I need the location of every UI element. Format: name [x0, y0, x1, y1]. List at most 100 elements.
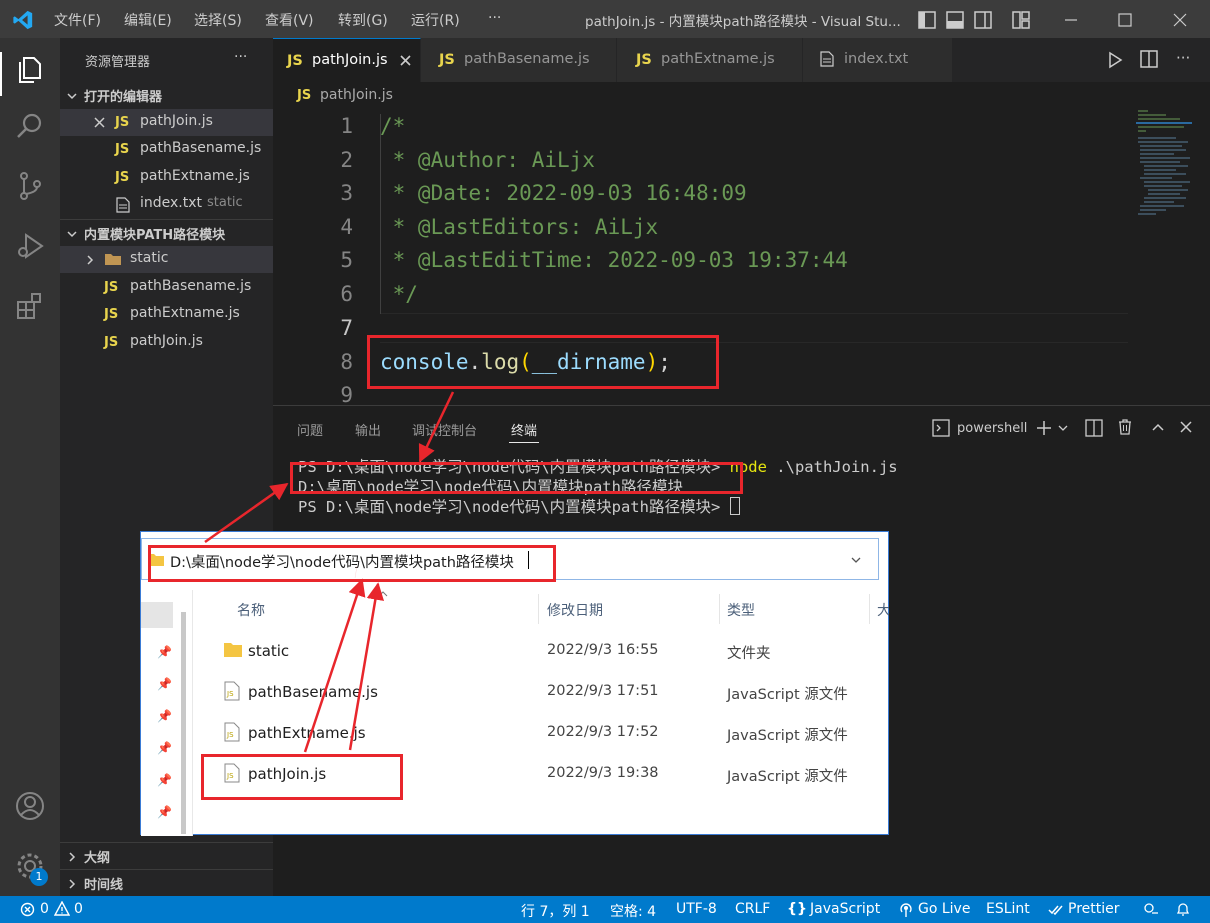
cursor-position[interactable]: 行 7，列 1: [521, 901, 590, 921]
tab-debug-console[interactable]: 调试控制台: [412, 420, 477, 439]
column-header-name[interactable]: 名称: [237, 600, 265, 620]
minimize-icon[interactable]: [1062, 11, 1080, 29]
pin-icon: 📌: [157, 773, 172, 787]
search-icon[interactable]: [14, 110, 46, 142]
open-editor-item[interactable]: JS pathJoin.js: [60, 109, 273, 136]
editor-more-button[interactable]: ···: [1176, 49, 1190, 67]
file-row[interactable]: JS pathJoin.js 2022/9/3 19:38 JavaScript…: [193, 753, 883, 794]
timeline-section[interactable]: 时间线: [60, 869, 273, 896]
pin-icon: 📌: [157, 677, 172, 691]
line-number: 8: [340, 350, 353, 374]
line-number: 7: [340, 316, 353, 340]
maximize-icon[interactable]: [1116, 11, 1134, 29]
run-debug-icon[interactable]: [14, 230, 46, 262]
accounts-icon[interactable]: [14, 790, 46, 822]
prettier-status[interactable]: Prettier: [1068, 901, 1120, 917]
open-editor-item[interactable]: index.txt static: [60, 191, 273, 218]
toggle-secondary-sidebar-icon[interactable]: [974, 11, 992, 29]
column-divider[interactable]: [538, 594, 539, 624]
maximize-panel-icon[interactable]: [1150, 419, 1166, 435]
pin-icon: 📌: [157, 805, 172, 819]
js-file-icon: JS: [115, 170, 130, 185]
file-row[interactable]: JS pathExtname.js 2022/9/3 17:52 JavaScr…: [193, 712, 883, 753]
line-number: 5: [340, 248, 353, 272]
run-icon[interactable]: [1106, 51, 1124, 69]
folder-icon: [224, 643, 242, 657]
terminal-cursor: [729, 497, 740, 515]
warning-count[interactable]: 0: [74, 901, 83, 917]
terminal-shell-name[interactable]: powershell: [957, 421, 1027, 436]
address-path[interactable]: D:\桌面\node学习\node代码\内置模块path路径模块: [170, 551, 514, 572]
menu-go[interactable]: 转到(G): [338, 10, 388, 30]
column-header-date[interactable]: 修改日期: [547, 600, 603, 620]
explorer-icon[interactable]: [14, 52, 46, 84]
feedback-icon[interactable]: [1143, 901, 1159, 917]
token-function: log: [481, 350, 520, 374]
close-panel-icon[interactable]: [1178, 419, 1194, 435]
open-editors-section[interactable]: 打开的编辑器: [60, 82, 273, 109]
menu-file[interactable]: 文件(F): [54, 10, 101, 30]
tab-pathbasename[interactable]: JS pathBasename.js: [421, 38, 617, 82]
sidebar-more-button[interactable]: ···: [234, 49, 247, 65]
column-divider[interactable]: [869, 594, 870, 624]
encoding[interactable]: UTF-8: [676, 901, 717, 917]
error-icon: [20, 902, 35, 917]
folder-icon: [148, 554, 164, 566]
open-editor-item[interactable]: JS pathBasename.js: [60, 136, 273, 163]
close-icon[interactable]: [93, 116, 106, 129]
address-bar[interactable]: D:\桌面\node学习\node代码\内置模块path路径模块: [141, 538, 879, 580]
tab-output[interactable]: 输出: [355, 420, 381, 439]
new-terminal-icon[interactable]: [1035, 419, 1053, 437]
eslint-status[interactable]: ESLint: [986, 901, 1030, 917]
extensions-icon[interactable]: [14, 290, 46, 322]
folder-section[interactable]: 内置模块PATH路径模块: [60, 219, 273, 246]
minimap[interactable]: [1136, 108, 1192, 223]
file-row[interactable]: JS pathBasename.js 2022/9/3 17:51 JavaSc…: [193, 671, 883, 712]
menu-edit[interactable]: 编辑(E): [124, 10, 172, 30]
column-divider[interactable]: [719, 594, 720, 624]
tree-item-file[interactable]: JS pathJoin.js: [60, 329, 273, 356]
trash-icon[interactable]: [1116, 418, 1134, 436]
menu-run[interactable]: 运行(R): [411, 10, 460, 30]
menu-selection[interactable]: 选择(S): [194, 10, 242, 30]
tab-problems[interactable]: 问题: [297, 420, 323, 439]
breadcrumb[interactable]: pathJoin.js: [320, 87, 393, 103]
go-live-button[interactable]: Go Live: [918, 901, 970, 917]
tab-index-txt[interactable]: index.txt: [803, 38, 953, 82]
nav-scrollbar[interactable]: [181, 612, 186, 834]
split-terminal-icon[interactable]: [1085, 419, 1103, 437]
indentation[interactable]: 空格: 4: [610, 901, 656, 921]
close-icon[interactable]: [399, 54, 412, 67]
navigation-pane: 📌 📌 📌 📌 📌 📌: [141, 590, 193, 836]
tree-item-file[interactable]: JS pathExtname.js: [60, 301, 273, 328]
notifications-bell-icon[interactable]: [1175, 901, 1191, 917]
toggle-panel-icon[interactable]: [946, 11, 964, 29]
customize-layout-icon[interactable]: [1012, 11, 1030, 29]
svg-text:JS: JS: [226, 731, 234, 739]
token-dot: .: [468, 350, 482, 374]
column-header-type[interactable]: 类型: [727, 600, 755, 620]
file-row[interactable]: static 2022/9/3 16:55 文件夹: [193, 630, 883, 671]
tab-label: pathBasename.js: [464, 51, 590, 67]
tree-item-file[interactable]: JS pathBasename.js: [60, 274, 273, 301]
source-control-icon[interactable]: [14, 170, 46, 202]
close-window-icon[interactable]: [1171, 11, 1189, 29]
language-mode[interactable]: JavaScript: [810, 901, 880, 917]
tab-pathextname[interactable]: JS pathExtname.js: [617, 38, 803, 82]
error-count[interactable]: 0: [40, 901, 49, 917]
tab-pathjoin[interactable]: JS pathJoin.js: [273, 38, 421, 82]
tab-terminal[interactable]: 终端: [511, 420, 537, 439]
menu-view[interactable]: 查看(V): [265, 10, 314, 30]
code-editor[interactable]: JS pathJoin.js 1 2 3 4 5 6 7 8 9 /* * @A…: [273, 82, 1210, 405]
tree-item-static[interactable]: static: [60, 246, 273, 273]
indent-guide: [380, 114, 381, 314]
chevron-down-icon[interactable]: [850, 555, 862, 565]
toggle-sidebar-icon[interactable]: [918, 11, 936, 29]
line-ending[interactable]: CRLF: [735, 901, 770, 917]
open-editor-item[interactable]: JS pathExtname.js: [60, 164, 273, 191]
chevron-down-icon[interactable]: [1057, 422, 1069, 434]
column-header-size[interactable]: 大: [877, 600, 889, 620]
outline-section[interactable]: 大纲: [60, 842, 273, 869]
menu-more[interactable]: ···: [488, 10, 501, 26]
split-editor-icon[interactable]: [1140, 50, 1158, 68]
